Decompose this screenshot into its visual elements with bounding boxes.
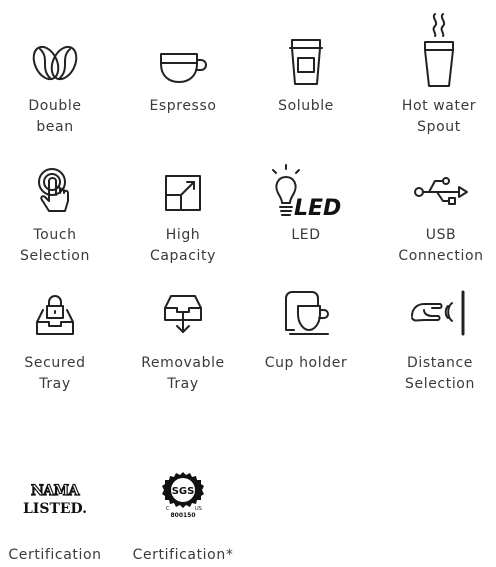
feature-label: Double bean [28,98,82,135]
removable-tray-icon [163,292,203,336]
feature-label: LED [291,227,321,243]
sgs-logo-text: SGS [172,486,195,497]
feature-label: Touch Selection [20,227,90,264]
touch-icon [35,167,75,217]
espresso-cup-icon [157,48,209,88]
feature-label: Certification* [132,547,234,563]
soluble-cup-icon [286,38,326,86]
cup-holder-icon [282,288,338,336]
feature-label: Hot water Spout [401,98,477,135]
feature-label: High Capacity [150,227,216,264]
distance-selection-icon [410,288,470,338]
feature-label: Distance Selection [405,355,475,392]
feature-label: Cup holder [264,355,348,371]
sgs-number-text: 800150 [170,512,195,519]
led-icon-text: LED [294,196,341,221]
sgs-us-text: US [195,506,202,512]
feature-label: Espresso [149,98,217,114]
sgs-logo: SGS C US 800150 [160,470,206,519]
secured-tray-icon [35,292,75,336]
listed-logo-text: LISTED. [23,501,87,517]
feature-label: Soluble [278,98,334,114]
double-bean-icon [30,40,80,86]
nama-logo-text: NAMA [31,483,81,499]
feature-label: Secured Tray [24,355,86,392]
usb-icon [413,175,469,205]
feature-label: Removable Tray [141,355,225,392]
high-capacity-icon [163,173,203,213]
led-bulb-icon: LED [272,161,348,221]
sgs-c-text: C [166,506,170,512]
feature-label: USB Connection [398,227,484,264]
hot-water-icon [419,12,459,88]
nama-listed-logo: NAMA LISTED. [22,482,88,517]
feature-label: Certification [8,547,102,563]
